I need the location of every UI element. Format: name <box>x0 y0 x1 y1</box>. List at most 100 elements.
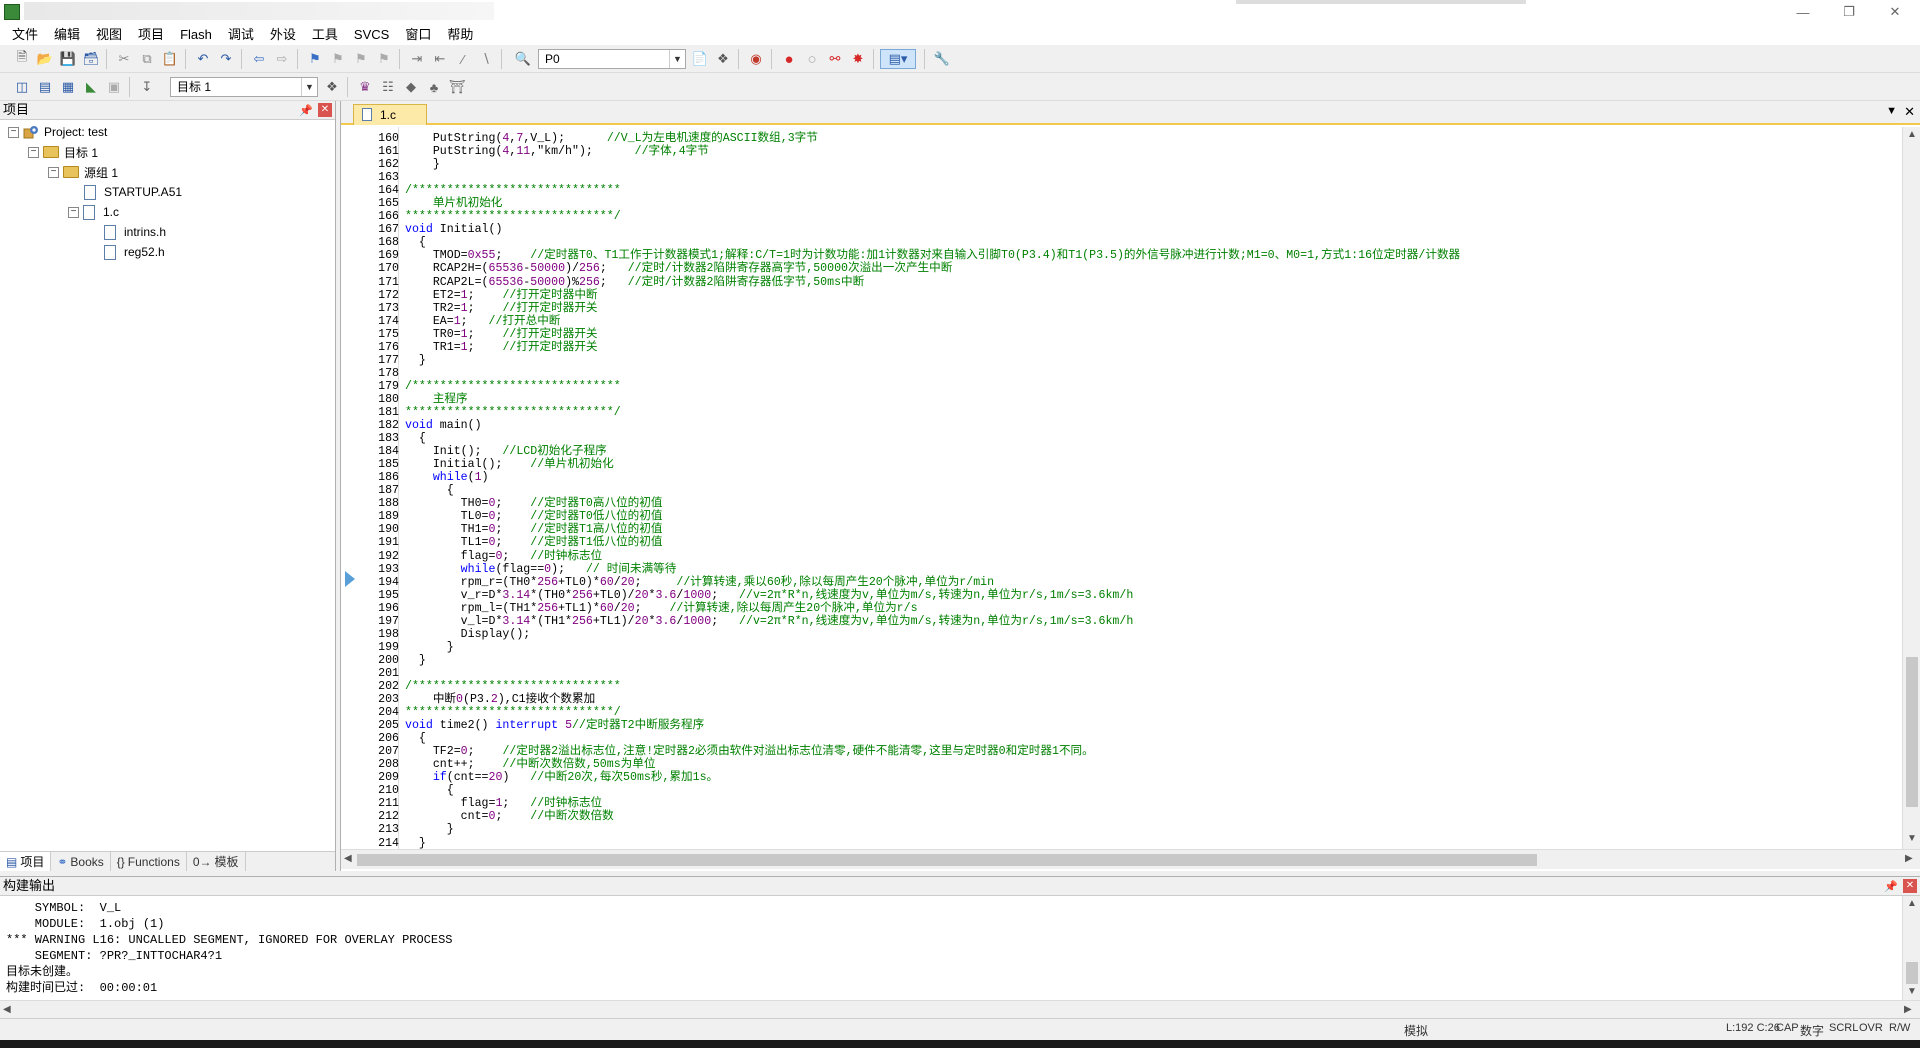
prev-bookmark-icon[interactable]: ⚑ <box>328 49 348 69</box>
comment-icon[interactable]: ∕ <box>453 49 473 69</box>
target-options-icon[interactable]: ❖ <box>322 77 342 97</box>
tree-target[interactable]: − 目标 1 <box>28 143 98 161</box>
manage-rte-icon[interactable]: ◆ <box>401 77 421 97</box>
stop-build-icon[interactable]: ▣ <box>104 77 124 97</box>
chevron-down-icon[interactable]: ▼ <box>301 78 317 96</box>
pin-icon[interactable]: 📌 <box>299 102 313 120</box>
indent-icon[interactable]: ⇥ <box>407 49 427 69</box>
kill-breakpoints-icon[interactable]: ✸ <box>848 49 868 69</box>
disable-breakpoints-icon[interactable]: ⚯ <box>825 49 845 69</box>
select-packs-icon[interactable]: ♣ <box>424 77 444 97</box>
tab-templates[interactable]: 0→ 模板 <box>187 852 246 871</box>
scroll-right-icon[interactable]: ▶ <box>1904 1004 1912 1015</box>
manage-project-icon[interactable]: ♛ <box>355 77 375 97</box>
insert-breakpoint-icon[interactable]: ● <box>779 49 799 69</box>
uncomment-icon[interactable]: ∖ <box>476 49 496 69</box>
restore-button[interactable]: ❐ <box>1826 0 1872 24</box>
translate-icon[interactable]: ◫ <box>12 77 32 97</box>
menu-edit[interactable]: 编辑 <box>46 24 88 45</box>
tree-file-intrins[interactable]: intrins.h <box>104 223 166 241</box>
cut-icon[interactable]: ✂ <box>114 49 134 69</box>
menu-help[interactable]: 帮助 <box>439 24 481 45</box>
pin-icon[interactable]: 📌 <box>1884 878 1898 896</box>
menu-svcs[interactable]: SVCS <box>346 24 397 45</box>
window-layout-icon[interactable]: ▤▾ <box>880 49 916 69</box>
download-icon[interactable]: ↧ <box>137 77 157 97</box>
nav-forward-icon[interactable]: ⇨ <box>272 49 292 69</box>
find-in-files-icon[interactable]: 🔍 <box>513 49 533 69</box>
build-output-text[interactable]: SYMBOL: V_L MODULE: 1.obj (1) *** WARNING… <box>6 901 452 996</box>
menu-project[interactable]: 项目 <box>130 24 172 45</box>
unindent-icon[interactable]: ⇤ <box>430 49 450 69</box>
save-icon[interactable]: 💾 <box>58 49 78 69</box>
incremental-find-icon[interactable]: ❖ <box>713 49 733 69</box>
close-icon[interactable]: ✕ <box>1903 879 1917 893</box>
build-horizontal-scrollbar[interactable]: ◀ ▶ <box>0 1000 1920 1018</box>
scroll-right-icon[interactable]: ▶ <box>1905 853 1913 864</box>
menu-peripherals[interactable]: 外设 <box>262 24 304 45</box>
editor-horizontal-scrollbar[interactable]: ◀ ▶ <box>341 849 1920 869</box>
collapse-icon[interactable]: − <box>68 206 79 218</box>
chevron-down-icon[interactable]: ▼ <box>669 50 685 68</box>
menu-flash[interactable]: Flash <box>172 24 220 45</box>
configure-icon[interactable]: 🔧 <box>932 49 952 69</box>
tab-project[interactable]: ▤ 项目 <box>0 852 52 871</box>
tab-list-icon[interactable]: ▼ <box>1886 105 1897 117</box>
scroll-left-icon[interactable]: ◀ <box>3 1004 11 1015</box>
menu-view[interactable]: 视图 <box>88 24 130 45</box>
scroll-up-icon[interactable]: ▲ <box>1907 898 1917 909</box>
target-select[interactable]: 目标 1 ▼ <box>170 77 318 97</box>
collapse-icon[interactable]: − <box>48 166 59 178</box>
pack-installer-icon[interactable]: ⛩ <box>447 77 467 97</box>
find-combo[interactable]: P0 ▼ <box>538 49 686 69</box>
clear-bookmarks-icon[interactable]: ⚑ <box>374 49 394 69</box>
redo-icon[interactable]: ↷ <box>216 49 236 69</box>
menu-tools[interactable]: 工具 <box>304 24 346 45</box>
open-folder-icon[interactable]: 📂 <box>35 49 55 69</box>
scroll-up-icon[interactable]: ▲ <box>1907 129 1917 140</box>
undo-icon[interactable]: ↶ <box>193 49 213 69</box>
scroll-down-icon[interactable]: ▼ <box>1907 833 1917 844</box>
scroll-down-icon[interactable]: ▼ <box>1907 986 1917 997</box>
enable-breakpoint-icon[interactable]: ○ <box>802 49 822 69</box>
next-bookmark-icon[interactable]: ⚑ <box>351 49 371 69</box>
paste-icon[interactable]: 📋 <box>160 49 180 69</box>
scrollbar-thumb[interactable] <box>1906 962 1918 984</box>
code-editor[interactable]: −−−−−−−− PutString(4,7,V_L); //V_L为左电机速度… <box>399 127 1903 849</box>
collapse-icon[interactable]: − <box>28 146 39 158</box>
tree-file-1c[interactable]: − 1.c <box>68 203 119 221</box>
scroll-left-icon[interactable]: ◀ <box>344 853 352 864</box>
menu-window[interactable]: 窗口 <box>397 24 439 45</box>
tree-project[interactable]: − Project: test <box>8 123 107 141</box>
bookmark-icon[interactable]: ⚑ <box>305 49 325 69</box>
save-all-icon[interactable]: 🗃 <box>81 49 101 69</box>
editor-vertical-scrollbar[interactable]: ▲ ▼ <box>1902 127 1920 849</box>
tab-books[interactable]: ⚭ Books <box>51 852 111 871</box>
scrollbar-thumb[interactable] <box>357 854 1537 866</box>
collapse-icon[interactable]: − <box>8 126 19 138</box>
copy-icon[interactable]: ⧉ <box>137 49 157 69</box>
close-icon[interactable]: ✕ <box>318 103 332 117</box>
file-extensions-icon[interactable]: ☷ <box>378 77 398 97</box>
batch-build-icon[interactable]: ◣ <box>81 77 101 97</box>
start-debug-icon[interactable]: ◉ <box>746 49 766 69</box>
scrollbar-thumb[interactable] <box>1906 657 1918 807</box>
tree-group[interactable]: − 源组 1 <box>48 163 118 181</box>
line-number: 167 <box>378 223 399 237</box>
minimize-button[interactable]: — <box>1780 0 1826 24</box>
nav-back-icon[interactable]: ⇦ <box>249 49 269 69</box>
tab-functions[interactable]: {} Functions <box>111 852 187 871</box>
build-icon[interactable]: ▤ <box>35 77 55 97</box>
rebuild-icon[interactable]: ▦ <box>58 77 78 97</box>
close-button[interactable]: ✕ <box>1872 0 1918 24</box>
close-icon[interactable]: ✕ <box>1904 104 1915 120</box>
project-panel: 项目 📌 ✕ − Project: test − 目标 1 − 源组 1 STA… <box>0 101 336 871</box>
build-vertical-scrollbar[interactable]: ▲ ▼ <box>1902 896 1920 1000</box>
new-file-icon[interactable]: 🗎 <box>12 49 32 69</box>
tree-file-reg52[interactable]: reg52.h <box>104 243 165 261</box>
menu-debug[interactable]: 调试 <box>220 24 262 45</box>
find-icon[interactable]: 📄 <box>690 49 710 69</box>
menu-file[interactable]: 文件 <box>4 24 46 45</box>
tree-file-startup[interactable]: STARTUP.A51 <box>84 183 182 201</box>
editor-tab-1c[interactable]: 1.c <box>353 104 427 125</box>
